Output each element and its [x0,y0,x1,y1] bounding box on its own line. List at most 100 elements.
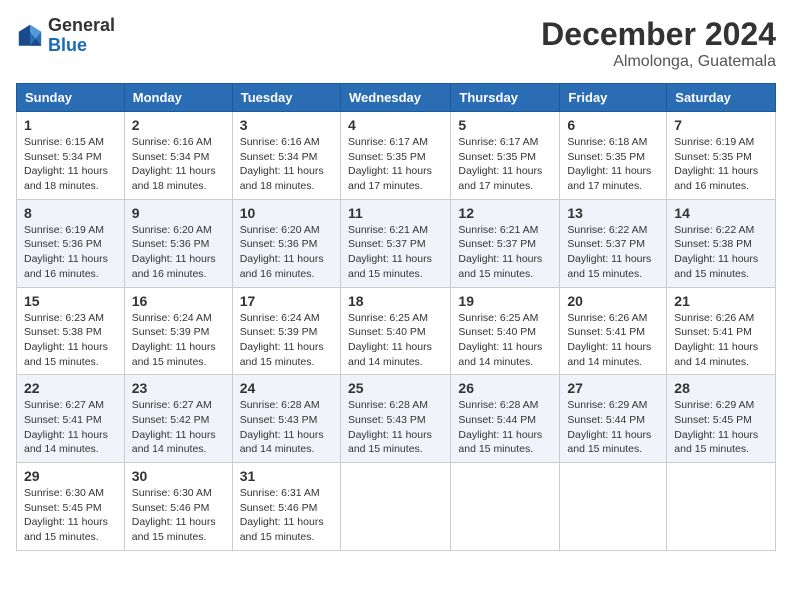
cell-content: Sunrise: 6:15 AMSunset: 5:34 PMDaylight:… [24,136,108,192]
calendar-table: Sunday Monday Tuesday Wednesday Thursday… [16,83,776,551]
logo-text: General Blue [48,16,115,56]
cell-content: Sunrise: 6:22 AMSunset: 5:38 PMDaylight:… [674,224,758,280]
calendar-body: 1 Sunrise: 6:15 AMSunset: 5:34 PMDayligh… [17,112,776,551]
cell-content: Sunrise: 6:16 AMSunset: 5:34 PMDaylight:… [132,136,216,192]
cell-content: Sunrise: 6:27 AMSunset: 5:42 PMDaylight:… [132,399,216,455]
calendar-cell [451,463,560,551]
calendar-cell: 11 Sunrise: 6:21 AMSunset: 5:37 PMDaylig… [340,199,450,287]
calendar-cell: 5 Sunrise: 6:17 AMSunset: 5:35 PMDayligh… [451,112,560,200]
cell-content: Sunrise: 6:24 AMSunset: 5:39 PMDaylight:… [132,312,216,368]
day-number: 23 [132,380,225,396]
cell-content: Sunrise: 6:26 AMSunset: 5:41 PMDaylight:… [567,312,651,368]
calendar-cell: 2 Sunrise: 6:16 AMSunset: 5:34 PMDayligh… [124,112,232,200]
day-number: 7 [674,117,768,133]
cell-content: Sunrise: 6:23 AMSunset: 5:38 PMDaylight:… [24,312,108,368]
day-number: 20 [567,293,659,309]
cell-content: Sunrise: 6:21 AMSunset: 5:37 PMDaylight:… [458,224,542,280]
cell-content: Sunrise: 6:16 AMSunset: 5:34 PMDaylight:… [240,136,324,192]
cell-content: Sunrise: 6:28 AMSunset: 5:43 PMDaylight:… [348,399,432,455]
day-number: 1 [24,117,117,133]
cell-content: Sunrise: 6:30 AMSunset: 5:45 PMDaylight:… [24,487,108,543]
day-number: 22 [24,380,117,396]
day-number: 24 [240,380,333,396]
calendar-cell: 9 Sunrise: 6:20 AMSunset: 5:36 PMDayligh… [124,199,232,287]
day-number: 6 [567,117,659,133]
calendar-cell: 18 Sunrise: 6:25 AMSunset: 5:40 PMDaylig… [340,287,450,375]
calendar-cell: 20 Sunrise: 6:26 AMSunset: 5:41 PMDaylig… [560,287,667,375]
cell-content: Sunrise: 6:18 AMSunset: 5:35 PMDaylight:… [567,136,651,192]
logo-blue: Blue [48,36,115,56]
calendar-cell: 26 Sunrise: 6:28 AMSunset: 5:44 PMDaylig… [451,375,560,463]
day-number: 14 [674,205,768,221]
week-row-1: 1 Sunrise: 6:15 AMSunset: 5:34 PMDayligh… [17,112,776,200]
cell-content: Sunrise: 6:27 AMSunset: 5:41 PMDaylight:… [24,399,108,455]
day-number: 18 [348,293,443,309]
header-tuesday: Tuesday [232,84,340,112]
title-block: December 2024 Almolonga, Guatemala [541,16,776,71]
calendar-cell: 13 Sunrise: 6:22 AMSunset: 5:37 PMDaylig… [560,199,667,287]
cell-content: Sunrise: 6:21 AMSunset: 5:37 PMDaylight:… [348,224,432,280]
calendar-cell: 22 Sunrise: 6:27 AMSunset: 5:41 PMDaylig… [17,375,125,463]
cell-content: Sunrise: 6:17 AMSunset: 5:35 PMDaylight:… [458,136,542,192]
cell-content: Sunrise: 6:25 AMSunset: 5:40 PMDaylight:… [458,312,542,368]
calendar-cell: 31 Sunrise: 6:31 AMSunset: 5:46 PMDaylig… [232,463,340,551]
calendar-cell: 16 Sunrise: 6:24 AMSunset: 5:39 PMDaylig… [124,287,232,375]
calendar-header: Sunday Monday Tuesday Wednesday Thursday… [17,84,776,112]
calendar-cell: 24 Sunrise: 6:28 AMSunset: 5:43 PMDaylig… [232,375,340,463]
cell-content: Sunrise: 6:20 AMSunset: 5:36 PMDaylight:… [132,224,216,280]
cell-content: Sunrise: 6:28 AMSunset: 5:44 PMDaylight:… [458,399,542,455]
location-title: Almolonga, Guatemala [541,53,776,71]
calendar-cell [560,463,667,551]
calendar-cell: 29 Sunrise: 6:30 AMSunset: 5:45 PMDaylig… [17,463,125,551]
calendar-cell: 10 Sunrise: 6:20 AMSunset: 5:36 PMDaylig… [232,199,340,287]
day-number: 5 [458,117,552,133]
week-row-2: 8 Sunrise: 6:19 AMSunset: 5:36 PMDayligh… [17,199,776,287]
week-row-4: 22 Sunrise: 6:27 AMSunset: 5:41 PMDaylig… [17,375,776,463]
cell-content: Sunrise: 6:30 AMSunset: 5:46 PMDaylight:… [132,487,216,543]
header-row: Sunday Monday Tuesday Wednesday Thursday… [17,84,776,112]
header-wednesday: Wednesday [340,84,450,112]
day-number: 29 [24,468,117,484]
cell-content: Sunrise: 6:25 AMSunset: 5:40 PMDaylight:… [348,312,432,368]
cell-content: Sunrise: 6:29 AMSunset: 5:44 PMDaylight:… [567,399,651,455]
header-saturday: Saturday [667,84,776,112]
calendar-cell: 27 Sunrise: 6:29 AMSunset: 5:44 PMDaylig… [560,375,667,463]
calendar-cell: 6 Sunrise: 6:18 AMSunset: 5:35 PMDayligh… [560,112,667,200]
cell-content: Sunrise: 6:17 AMSunset: 5:35 PMDaylight:… [348,136,432,192]
calendar-cell [667,463,776,551]
day-number: 28 [674,380,768,396]
day-number: 30 [132,468,225,484]
cell-content: Sunrise: 6:31 AMSunset: 5:46 PMDaylight:… [240,487,324,543]
cell-content: Sunrise: 6:28 AMSunset: 5:43 PMDaylight:… [240,399,324,455]
day-number: 4 [348,117,443,133]
cell-content: Sunrise: 6:29 AMSunset: 5:45 PMDaylight:… [674,399,758,455]
day-number: 31 [240,468,333,484]
header-sunday: Sunday [17,84,125,112]
day-number: 21 [674,293,768,309]
day-number: 11 [348,205,443,221]
calendar-cell: 7 Sunrise: 6:19 AMSunset: 5:35 PMDayligh… [667,112,776,200]
cell-content: Sunrise: 6:19 AMSunset: 5:35 PMDaylight:… [674,136,758,192]
cell-content: Sunrise: 6:19 AMSunset: 5:36 PMDaylight:… [24,224,108,280]
logo-icon [16,22,44,50]
calendar-cell [340,463,450,551]
week-row-5: 29 Sunrise: 6:30 AMSunset: 5:45 PMDaylig… [17,463,776,551]
logo: General Blue [16,16,115,56]
day-number: 8 [24,205,117,221]
calendar-cell: 28 Sunrise: 6:29 AMSunset: 5:45 PMDaylig… [667,375,776,463]
day-number: 9 [132,205,225,221]
week-row-3: 15 Sunrise: 6:23 AMSunset: 5:38 PMDaylig… [17,287,776,375]
calendar-cell: 4 Sunrise: 6:17 AMSunset: 5:35 PMDayligh… [340,112,450,200]
calendar-cell: 12 Sunrise: 6:21 AMSunset: 5:37 PMDaylig… [451,199,560,287]
logo-general: General [48,16,115,36]
day-number: 27 [567,380,659,396]
day-number: 3 [240,117,333,133]
day-number: 13 [567,205,659,221]
day-number: 19 [458,293,552,309]
calendar-cell: 14 Sunrise: 6:22 AMSunset: 5:38 PMDaylig… [667,199,776,287]
day-number: 17 [240,293,333,309]
calendar-cell: 19 Sunrise: 6:25 AMSunset: 5:40 PMDaylig… [451,287,560,375]
day-number: 16 [132,293,225,309]
calendar-cell: 15 Sunrise: 6:23 AMSunset: 5:38 PMDaylig… [17,287,125,375]
day-number: 25 [348,380,443,396]
